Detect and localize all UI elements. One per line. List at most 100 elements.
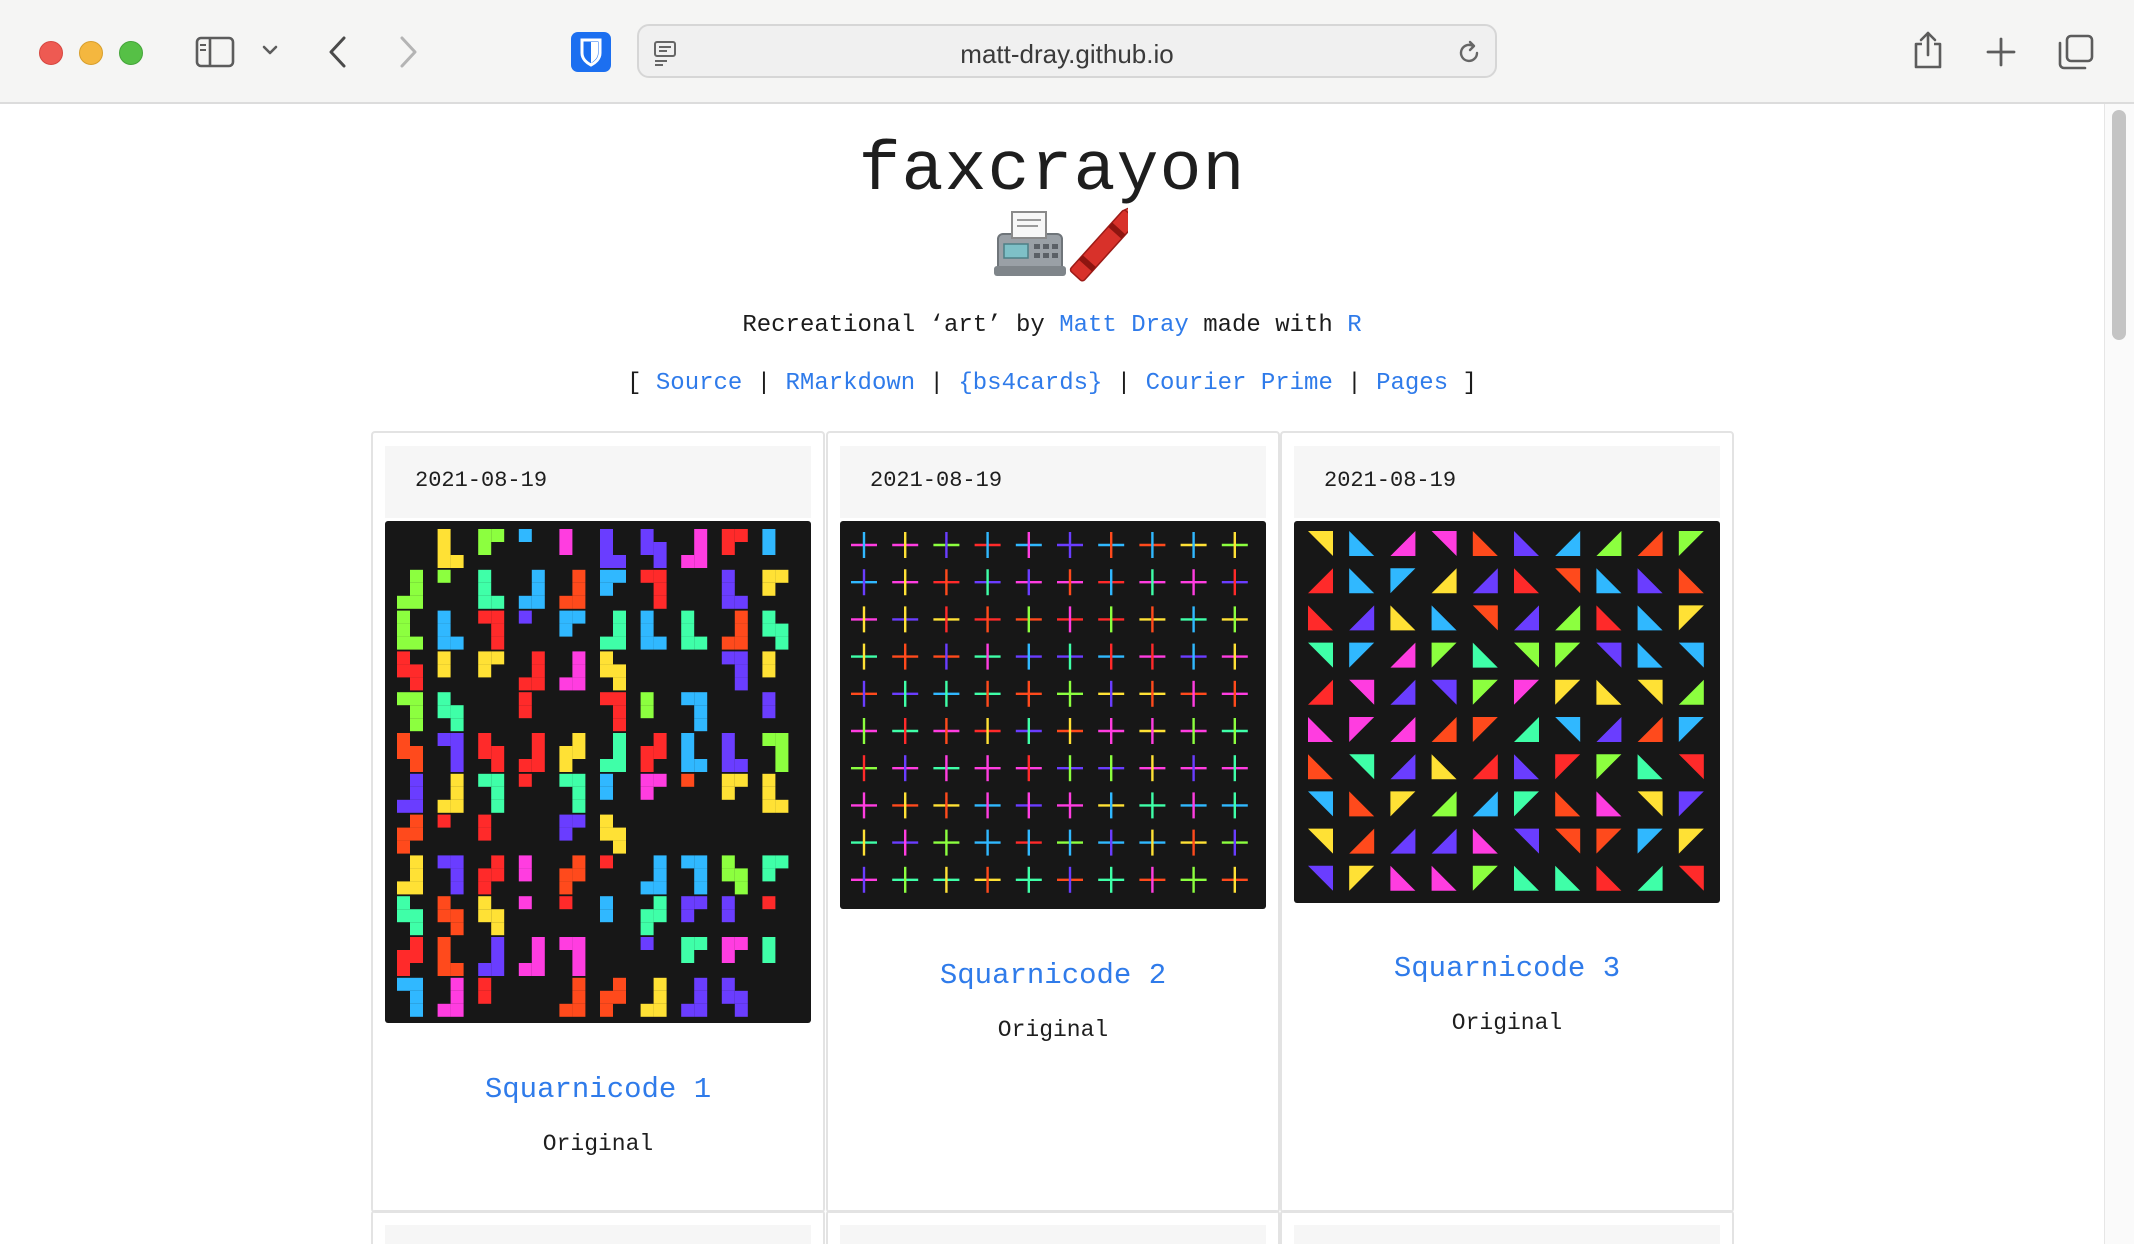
art-triangle bbox=[1390, 642, 1416, 668]
squarnicode-1-artwork[interactable] bbox=[385, 521, 811, 1023]
art-card-partial[interactable] bbox=[826, 1210, 1280, 1244]
card-title-link[interactable]: Squarnicode 2 bbox=[828, 959, 1278, 992]
art-triangle bbox=[1678, 679, 1704, 705]
minimize-window-button[interactable] bbox=[79, 41, 103, 65]
art-plus bbox=[933, 718, 960, 744]
art-triangle bbox=[1431, 865, 1457, 891]
sidebar-icon[interactable] bbox=[195, 36, 235, 68]
art-triangle bbox=[1472, 754, 1498, 780]
art-plus bbox=[933, 569, 960, 596]
art-block bbox=[397, 692, 423, 732]
art-card-partial[interactable] bbox=[371, 1210, 825, 1244]
courier-prime-link[interactable]: Courier Prime bbox=[1146, 370, 1333, 397]
art-card[interactable]: 2021-08-19 Squarnicode 2 Original bbox=[826, 431, 1280, 1213]
art-triangle bbox=[1514, 717, 1539, 742]
art-triangle bbox=[1308, 605, 1333, 631]
bs4cards-link[interactable]: {bs4cards} bbox=[958, 370, 1102, 397]
art-plus bbox=[851, 829, 877, 856]
art-card-partial[interactable] bbox=[1280, 1210, 1734, 1244]
art-plus bbox=[1139, 532, 1166, 558]
subtitle-text-middle: made with bbox=[1188, 312, 1348, 339]
reload-icon[interactable] bbox=[1456, 40, 1482, 66]
art-block bbox=[518, 937, 545, 976]
art-triangle bbox=[1431, 679, 1457, 705]
back-arrow-icon[interactable] bbox=[326, 34, 350, 70]
zoom-window-button[interactable] bbox=[119, 41, 143, 65]
art-triangle bbox=[1431, 828, 1457, 854]
art-block bbox=[478, 977, 492, 1004]
chevron-down-icon[interactable] bbox=[261, 44, 279, 58]
forward-arrow-icon[interactable] bbox=[396, 34, 420, 70]
card-title-link[interactable]: Squarnicode 1 bbox=[373, 1073, 823, 1106]
art-triangle bbox=[1390, 568, 1416, 594]
art-triangle bbox=[1678, 568, 1704, 594]
rmarkdown-link[interactable]: RMarkdown bbox=[786, 370, 916, 397]
art-plus bbox=[892, 829, 919, 856]
art-plus bbox=[1180, 792, 1207, 819]
art-plus bbox=[974, 532, 1001, 558]
art-block bbox=[762, 692, 776, 719]
art-triangle bbox=[1390, 828, 1416, 854]
art-plus bbox=[933, 680, 960, 707]
r-language-link[interactable]: R bbox=[1347, 312, 1361, 339]
art-plus bbox=[1180, 718, 1207, 744]
art-plus bbox=[1221, 606, 1248, 633]
art-block bbox=[762, 733, 789, 772]
art-triangle bbox=[1308, 754, 1333, 780]
art-triangle bbox=[1472, 865, 1498, 891]
art-plus bbox=[1221, 866, 1248, 893]
author-link[interactable]: Matt Dray bbox=[1059, 312, 1189, 339]
share-icon[interactable] bbox=[1911, 30, 1945, 70]
art-block bbox=[559, 610, 586, 637]
art-block bbox=[762, 610, 789, 650]
art-block bbox=[600, 733, 626, 772]
art-block bbox=[600, 569, 626, 596]
art-block bbox=[437, 610, 464, 650]
art-block bbox=[518, 855, 532, 882]
art-block bbox=[559, 733, 586, 772]
art-plus bbox=[974, 606, 1001, 633]
art-plus bbox=[1139, 718, 1166, 744]
art-triangle bbox=[1390, 679, 1416, 705]
art-triangle bbox=[1637, 642, 1663, 668]
art-plus bbox=[892, 569, 919, 596]
art-plus bbox=[1139, 792, 1166, 819]
source-link[interactable]: Source bbox=[656, 370, 742, 397]
tab-overview-icon[interactable] bbox=[2057, 33, 2095, 71]
art-triangle bbox=[1349, 679, 1375, 705]
art-block bbox=[640, 896, 667, 936]
art-plus bbox=[974, 829, 1001, 856]
scrollbar-thumb[interactable] bbox=[2112, 110, 2126, 340]
squarnicode-2-artwork[interactable] bbox=[840, 521, 1266, 909]
pages-link[interactable]: Pages bbox=[1376, 370, 1448, 397]
art-card[interactable]: 2021-08-19 Squarnicode 3 Original bbox=[1280, 431, 1734, 1213]
new-tab-plus-icon[interactable] bbox=[1985, 36, 2017, 68]
art-plus bbox=[1139, 829, 1166, 856]
url-text[interactable]: matt-dray.github.io bbox=[639, 39, 1495, 70]
art-triangle bbox=[1555, 679, 1581, 705]
art-triangle bbox=[1555, 642, 1581, 668]
art-plus bbox=[1015, 680, 1042, 707]
art-triangle bbox=[1472, 717, 1498, 742]
art-plus bbox=[974, 718, 1001, 744]
address-bar[interactable]: matt-dray.github.io bbox=[637, 24, 1497, 78]
art-plus bbox=[851, 606, 877, 633]
card-title-link[interactable]: Squarnicode 3 bbox=[1282, 952, 1732, 985]
art-card[interactable]: 2021-08-19 Squarnicode 1 Original bbox=[371, 431, 825, 1213]
art-block bbox=[640, 773, 667, 800]
art-plus bbox=[851, 569, 877, 596]
password-manager-shield-icon[interactable] bbox=[571, 32, 611, 72]
art-plus bbox=[892, 606, 919, 633]
art-triangle bbox=[1431, 531, 1457, 556]
nav-bracket-open: [ bbox=[627, 370, 656, 397]
art-triangle bbox=[1308, 791, 1333, 817]
card-subtitle: Original bbox=[542, 1131, 654, 1157]
card-header bbox=[1294, 1225, 1720, 1244]
art-plus bbox=[1180, 606, 1207, 633]
art-block bbox=[640, 529, 667, 568]
squarnicode-3-artwork[interactable] bbox=[1294, 521, 1720, 903]
art-block bbox=[437, 692, 464, 732]
close-window-button[interactable] bbox=[39, 41, 63, 65]
art-block bbox=[600, 773, 613, 800]
art-triangle bbox=[1596, 754, 1622, 780]
